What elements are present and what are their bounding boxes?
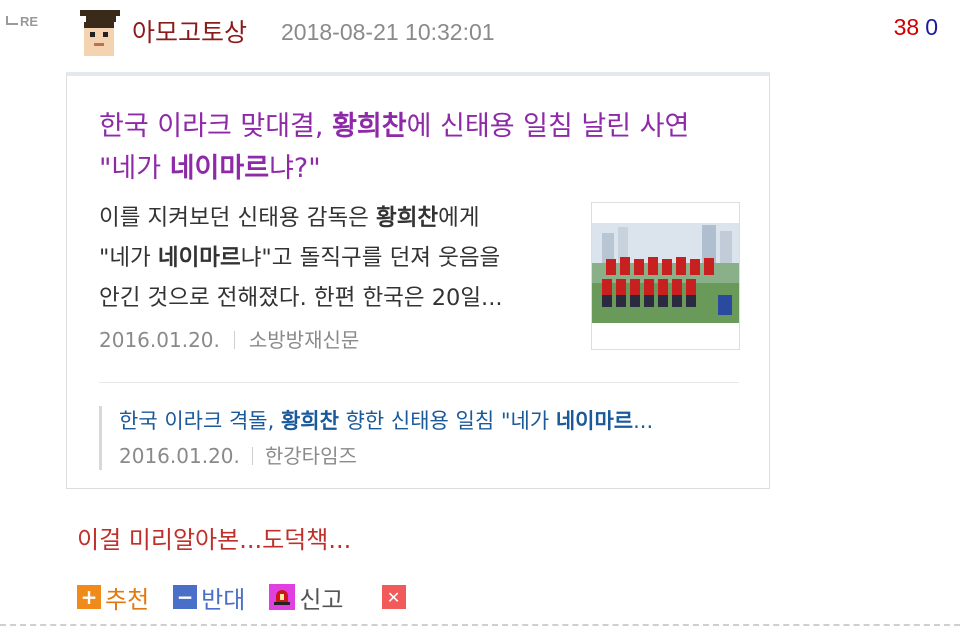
summary-text: "네가	[99, 245, 158, 271]
minus-icon: −	[173, 585, 198, 609]
delete-button[interactable]: ✕	[368, 585, 410, 609]
summary-text: 안긴 것으로 전해졌다. 한편 한국은 20일...	[99, 285, 503, 311]
related-article[interactable]: 한국 이라크 격돌, 황희찬 향한 신태용 일침 "네가 네이마르... 201…	[99, 406, 739, 470]
card-title-text: "네가	[99, 153, 170, 184]
related-meta: 2016.01.20. 한강타임즈	[119, 440, 739, 469]
related-source: 한강타임즈	[264, 444, 357, 468]
votes-up-count: 38	[893, 14, 920, 40]
plus-icon: +	[77, 585, 101, 609]
reply-arrow-icon	[6, 16, 18, 25]
related-date: 2016.01.20.	[119, 444, 240, 468]
related-title[interactable]: 한국 이라크 격돌, 황희찬 향한 신태용 일침 "네가 네이마르...	[119, 406, 739, 436]
recommend-button[interactable]: + 추천	[77, 580, 149, 615]
comment-actions: + 추천 − 반대 신고 ✕	[77, 580, 434, 614]
close-icon: ✕	[381, 585, 406, 609]
oppose-button[interactable]: − 반대	[173, 580, 245, 615]
card-title-highlight: 네이마르	[169, 153, 270, 184]
related-title-text: ...	[633, 409, 654, 433]
vote-counts: 38 0	[894, 14, 938, 41]
report-button[interactable]: 신고	[269, 580, 344, 615]
card-divider	[99, 382, 739, 383]
card-title-text: 에 신태용 일침 날린 사연	[406, 111, 690, 142]
related-title-highlight: 황희찬	[280, 409, 339, 433]
card-title-text: 한국 이라크 맞대결,	[99, 111, 333, 142]
related-title-text: 한국 이라크 격돌,	[119, 409, 281, 433]
report-label: 신고	[299, 585, 344, 614]
card-summary: 이를 지켜보던 신태용 감독은 황희찬에게 "네가 네이마르냐"고 돌직구를 던…	[99, 198, 567, 318]
meta-divider	[233, 331, 235, 349]
meta-divider	[251, 447, 253, 465]
reply-indicator: RE	[6, 14, 38, 29]
card-title[interactable]: 한국 이라크 맞대결, 황희찬에 신태용 일침 날린 사연 "네가 네이마르냐?…	[99, 106, 759, 190]
card-meta: 2016.01.20. 소방방재신문	[99, 324, 359, 353]
reply-label: RE	[20, 14, 39, 29]
summary-highlight: 황희찬	[376, 205, 439, 231]
comment-timestamp: 2018-08-21 10:32:01	[281, 19, 495, 45]
related-title-text: 향한 신태용 일침 "네가	[338, 409, 556, 433]
comment-separator	[0, 624, 960, 626]
related-title-highlight: 네이마르	[555, 409, 634, 433]
summary-text: 이를 지켜보던 신태용 감독은	[99, 205, 377, 231]
card-title-text: 냐?"	[269, 153, 321, 184]
summary-text: 냐"고 돌직구를 던져 웃음을	[240, 245, 501, 271]
summary-text: 에게	[438, 205, 480, 231]
oppose-label: 반대	[201, 585, 246, 614]
news-thumbnail[interactable]	[591, 202, 740, 350]
summary-highlight: 네이마르	[157, 245, 241, 271]
username[interactable]: 아모고토상	[132, 13, 247, 49]
siren-icon	[269, 584, 296, 610]
card-date: 2016.01.20.	[99, 328, 220, 352]
comment-body: 이걸 미리알아본...도덕책...	[77, 526, 352, 554]
card-source: 소방방재신문	[248, 328, 360, 352]
card-title-highlight: 황희찬	[332, 111, 407, 142]
votes-down-count: 0	[925, 14, 938, 40]
avatar-icon[interactable]	[76, 10, 122, 56]
recommend-label: 추천	[105, 585, 150, 614]
news-link-card[interactable]: 한국 이라크 맞대결, 황희찬에 신태용 일침 날린 사연 "네가 네이마르냐?…	[66, 72, 770, 489]
